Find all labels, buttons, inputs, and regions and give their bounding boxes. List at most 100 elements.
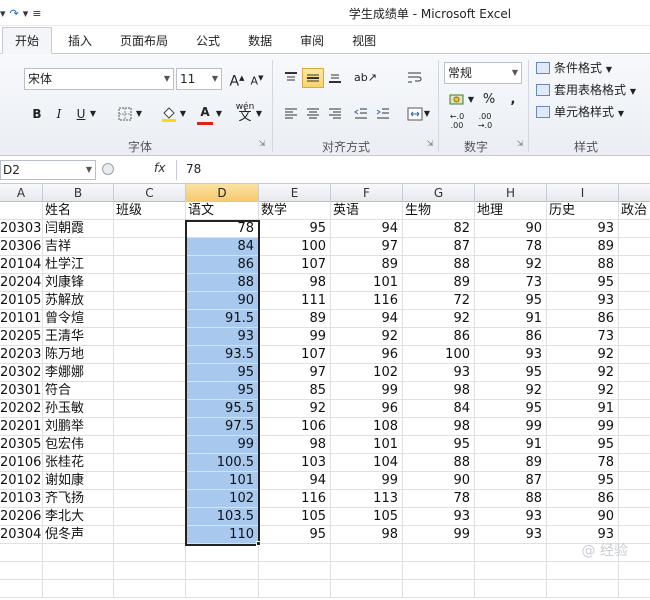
cell-a11[interactable]: 20301 [0, 382, 43, 400]
column-header-e[interactable]: E [259, 184, 331, 202]
cell-a16[interactable]: 20102 [0, 472, 43, 490]
cell-a19[interactable]: 20304 [0, 526, 43, 544]
cell-g8[interactable]: 86 [403, 328, 475, 346]
fill-handle[interactable] [256, 541, 261, 546]
empty-cell[interactable] [475, 580, 547, 598]
empty-cell[interactable] [331, 562, 403, 580]
header-cell[interactable]: 语文 [186, 202, 259, 220]
cell-i2[interactable]: 93 [547, 220, 619, 238]
increase-indent-icon[interactable] [372, 104, 394, 124]
cell-h4[interactable]: 92 [475, 256, 547, 274]
font-color-icon[interactable]: A [194, 102, 216, 125]
cell-f13[interactable]: 108 [331, 418, 403, 436]
cell-g14[interactable]: 95 [403, 436, 475, 454]
empty-cell[interactable] [114, 562, 186, 580]
cell-d14[interactable]: 99 [186, 436, 259, 454]
empty-cell[interactable] [0, 562, 43, 580]
header-cell[interactable]: 班级 [114, 202, 186, 220]
cell-g11[interactable]: 98 [403, 382, 475, 400]
increase-decimal-button[interactable]: ←.0 .00 [444, 112, 470, 132]
cell-b6[interactable]: 苏解放 [43, 292, 114, 310]
formula-input[interactable]: 78 [186, 162, 201, 176]
cell-d15[interactable]: 100.5 [186, 454, 259, 472]
phonetic-guide-icon[interactable]: wén 文 [234, 102, 256, 123]
empty-cell[interactable] [619, 580, 650, 598]
cell-d10[interactable]: 95 [186, 364, 259, 382]
cell-e4[interactable]: 107 [259, 256, 331, 274]
cell-b7[interactable]: 曾令煊 [43, 310, 114, 328]
cell-f7[interactable]: 94 [331, 310, 403, 328]
cell-j5[interactable] [619, 274, 650, 292]
cell-d17[interactable]: 102 [186, 490, 259, 508]
align-center-icon[interactable] [302, 104, 324, 124]
cell-i15[interactable]: 78 [547, 454, 619, 472]
cell-a14[interactable]: 20305 [0, 436, 43, 454]
cell-j13[interactable] [619, 418, 650, 436]
cell-e10[interactable]: 97 [259, 364, 331, 382]
cell-h3[interactable]: 78 [475, 238, 547, 256]
number-format-combo[interactable]: 常规 ▼ [444, 62, 522, 84]
empty-cell[interactable] [331, 544, 403, 562]
cell-f4[interactable]: 89 [331, 256, 403, 274]
cell-h2[interactable]: 90 [475, 220, 547, 238]
cell-e14[interactable]: 98 [259, 436, 331, 454]
cell-c5[interactable] [114, 274, 186, 292]
column-header-f[interactable]: F [331, 184, 403, 202]
cell-h14[interactable]: 91 [475, 436, 547, 454]
cell-a3[interactable]: 20306 [0, 238, 43, 256]
cell-b5[interactable]: 刘康锋 [43, 274, 114, 292]
cell-c3[interactable] [114, 238, 186, 256]
cell-b3[interactable]: 吉祥 [43, 238, 114, 256]
tab-insert[interactable]: 插入 [56, 29, 104, 53]
fill-color-icon[interactable] [158, 104, 180, 124]
cell-g10[interactable]: 93 [403, 364, 475, 382]
empty-cell[interactable] [331, 580, 403, 598]
cell-e15[interactable]: 103 [259, 454, 331, 472]
cell-g16[interactable]: 90 [403, 472, 475, 490]
cell-e12[interactable]: 92 [259, 400, 331, 418]
cell-f11[interactable]: 99 [331, 382, 403, 400]
cell-d12[interactable]: 95.5 [186, 400, 259, 418]
cell-d9[interactable]: 93.5 [186, 346, 259, 364]
cell-c8[interactable] [114, 328, 186, 346]
cell-b8[interactable]: 王清华 [43, 328, 114, 346]
header-cell[interactable]: 英语 [331, 202, 403, 220]
empty-cell[interactable] [43, 580, 114, 598]
orientation-icon[interactable]: ab↗ [354, 68, 377, 88]
cell-e8[interactable]: 99 [259, 328, 331, 346]
cell-h10[interactable]: 95 [475, 364, 547, 382]
cell-g3[interactable]: 87 [403, 238, 475, 256]
cell-c9[interactable] [114, 346, 186, 364]
decrease-indent-icon[interactable] [350, 104, 372, 124]
decrease-decimal-button[interactable]: .00 →.0 [472, 112, 498, 132]
tab-home[interactable]: 开始 [2, 27, 53, 54]
cell-e19[interactable]: 95 [259, 526, 331, 544]
cell-j16[interactable] [619, 472, 650, 490]
font-color-dropdown-icon[interactable]: ▼ [214, 104, 224, 124]
align-left-icon[interactable] [280, 104, 302, 124]
cell-c6[interactable] [114, 292, 186, 310]
cell-c4[interactable] [114, 256, 186, 274]
cell-c14[interactable] [114, 436, 186, 454]
fill-color-dropdown-icon[interactable]: ▼ [178, 104, 188, 124]
number-dialog-launcher-icon[interactable]: ⇲ [514, 138, 526, 150]
cell-e18[interactable]: 105 [259, 508, 331, 526]
cell-c10[interactable] [114, 364, 186, 382]
empty-cell[interactable] [114, 544, 186, 562]
cell-d11[interactable]: 95 [186, 382, 259, 400]
empty-cell[interactable] [0, 544, 43, 562]
cell-d18[interactable]: 103.5 [186, 508, 259, 526]
cell-h13[interactable]: 99 [475, 418, 547, 436]
header-cell[interactable]: 地理 [475, 202, 547, 220]
name-box[interactable]: D2 ▼ [0, 160, 96, 180]
empty-cell[interactable] [475, 562, 547, 580]
font-name-combo[interactable]: 宋体 ▼ [24, 68, 174, 90]
cell-h17[interactable]: 88 [475, 490, 547, 508]
empty-cell[interactable] [186, 544, 259, 562]
cell-a7[interactable]: 20101 [0, 310, 43, 328]
empty-cell[interactable] [619, 562, 650, 580]
cell-g9[interactable]: 100 [403, 346, 475, 364]
cell-a9[interactable]: 20203 [0, 346, 43, 364]
empty-cell[interactable] [259, 562, 331, 580]
cell-f17[interactable]: 113 [331, 490, 403, 508]
